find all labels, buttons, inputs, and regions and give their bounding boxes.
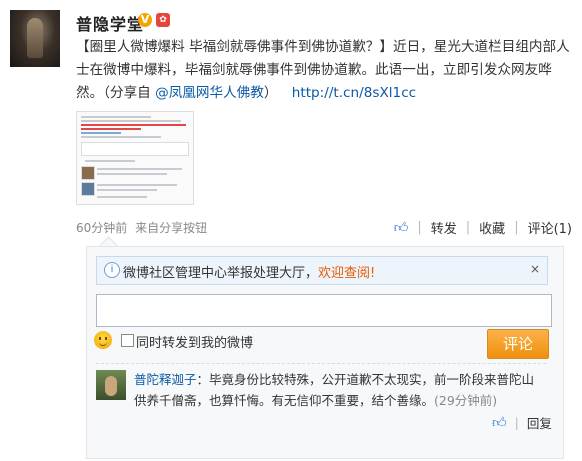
medal-icon: ✿ xyxy=(156,13,170,27)
username[interactable]: 普隐学堂 xyxy=(76,11,144,35)
like-icon[interactable]: 👍︎ xyxy=(394,219,409,236)
comment-button[interactable]: 评论(1) xyxy=(528,218,572,237)
notice-link[interactable]: 欢迎查阅! xyxy=(318,266,375,281)
notice-message: 微博社区管理中心举报处理大厅， xyxy=(123,266,319,281)
post-image-thumbnail[interactable] xyxy=(76,111,194,205)
reply-button[interactable]: 回复 xyxy=(527,413,552,432)
share-source-link[interactable]: @凤凰网华人佛教 xyxy=(155,85,264,101)
divider xyxy=(96,363,546,364)
post-close-paren: ） xyxy=(263,85,278,101)
info-icon: i xyxy=(104,262,120,278)
comment-like-icon[interactable]: 👍︎ xyxy=(492,414,507,431)
separator: | xyxy=(514,415,519,430)
forward-checkbox[interactable] xyxy=(121,334,134,347)
separator: | xyxy=(465,220,471,235)
post-time[interactable]: 60分钟前 xyxy=(76,221,127,235)
close-icon[interactable]: × xyxy=(530,262,540,276)
submit-comment-button[interactable]: 评论 xyxy=(487,329,549,359)
emoji-icon[interactable] xyxy=(94,331,112,349)
favorite-button[interactable]: 收藏 xyxy=(479,218,505,237)
user-avatar[interactable] xyxy=(10,10,60,67)
separator: | xyxy=(514,220,519,235)
verified-badge-icon: V xyxy=(138,13,152,27)
post-text: 【圈里人微博爆料 毕福剑就辱佛事件到佛协道歉？】近日，星光大道栏目组内部人士在微… xyxy=(76,36,576,105)
post-source[interactable]: 来自分享按钮 xyxy=(135,221,207,235)
comment-input[interactable] xyxy=(96,294,552,327)
comment-item: 普陀释迦子：毕竟身份比较特殊，公开道歉不太现实，前一阶段来普陀山供养千僧斋，也算… xyxy=(134,369,544,411)
separator: | xyxy=(417,220,422,235)
post-title: 【圈里人微博爆料 毕福剑就辱佛事件到佛协道歉？】 xyxy=(76,39,393,55)
notice-text: 微博社区管理中心举报处理大厅，欢迎查阅! xyxy=(123,262,375,281)
short-url-link[interactable]: http://t.cn/8sXl1cc xyxy=(292,85,416,101)
forward-button[interactable]: 转发 xyxy=(431,218,457,237)
post-actions: 👍︎ | 转发 | 收藏 | 评论(1) xyxy=(394,218,572,237)
post-meta: 60分钟前 来自分享按钮 xyxy=(76,219,211,236)
commenter-name[interactable]: 普陀释迦子 xyxy=(134,372,197,387)
forward-checkbox-label[interactable]: 同时转发到我的微博 xyxy=(136,332,253,351)
comment-time: (29分钟前) xyxy=(434,393,498,408)
comment-actions: 👍︎ | 回复 xyxy=(492,413,552,432)
commenter-avatar[interactable] xyxy=(96,370,126,400)
